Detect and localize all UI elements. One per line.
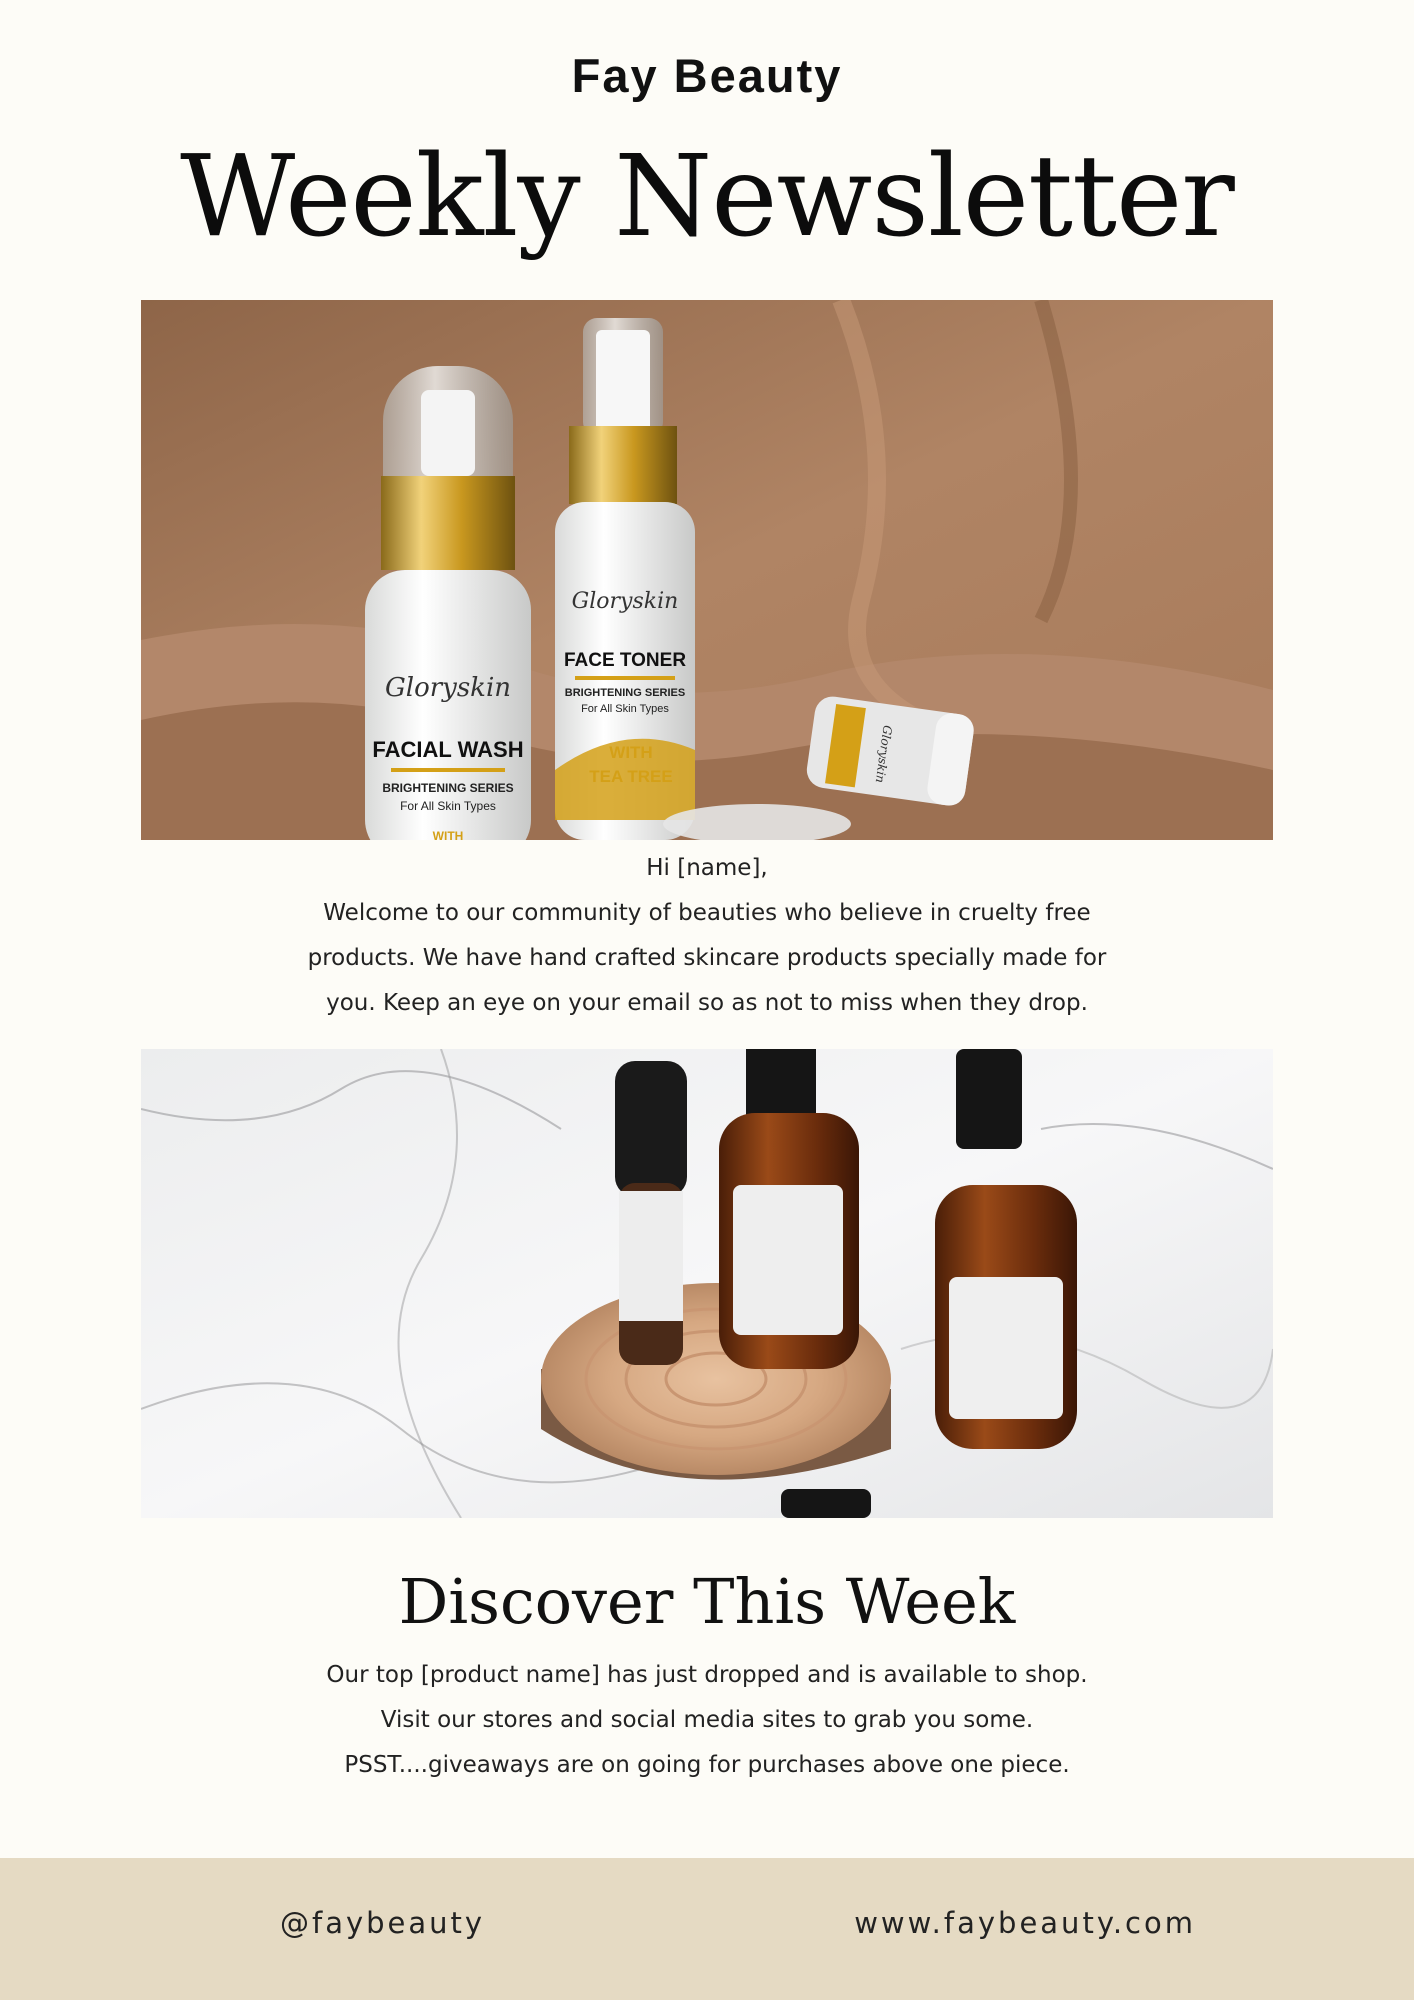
hero-product-photo: Gloryskin FACIAL WASH BRIGHTENING SERIES… xyxy=(141,300,1273,840)
bottle-brand-1: Gloryskin xyxy=(385,673,511,703)
bottle-series-2: BRIGHTENING SERIES xyxy=(565,687,685,699)
bottle-brand-2: Gloryskin xyxy=(572,589,679,614)
discover-line-1: Our top [product name] has just dropped … xyxy=(326,1662,1088,1688)
bottle-extra-2a: WITH xyxy=(609,743,652,762)
bottle-name-2: FACE TONER xyxy=(564,650,686,671)
social-handle-link[interactable]: @faybeauty xyxy=(280,1906,485,1940)
discover-text: Our top [product name] has just dropped … xyxy=(200,1653,1214,1788)
brand-name: Fay Beauty xyxy=(571,49,843,102)
intro-line-2: products. We have hand crafted skincare … xyxy=(307,945,1107,971)
bottle-name-1: FACIAL WASH xyxy=(372,737,523,762)
amber-bottles-photo xyxy=(141,1049,1273,1518)
greeting: Hi [name], xyxy=(646,855,768,881)
bottle-sub-1: For All Skin Types xyxy=(400,799,496,813)
bottle-extra-2b: TEA TREE xyxy=(589,767,672,786)
discover-line-2: Visit our stores and social media sites … xyxy=(380,1707,1034,1733)
bottle-sub-2: For All Skin Types xyxy=(581,703,669,715)
intro-line-3: you. Keep an eye on your email so as not… xyxy=(326,990,1088,1016)
website-link[interactable]: www.faybeauty.com xyxy=(854,1906,1196,1940)
newsletter-title: Weekly Newsletter xyxy=(180,132,1235,262)
bottle-series-1: BRIGHTENING SERIES xyxy=(382,781,513,795)
intro-text: Hi [name], Welcome to our community of b… xyxy=(200,846,1214,1026)
discover-title: Discover This Week xyxy=(398,1565,1016,1638)
discover-line-3: PSST....giveaways are on going for purch… xyxy=(344,1752,1070,1778)
intro-line-1: Welcome to our community of beauties who… xyxy=(323,900,1091,926)
footer: @faybeauty www.faybeauty.com xyxy=(0,1858,1414,2000)
bottle-extra-1: WITH xyxy=(433,829,464,840)
